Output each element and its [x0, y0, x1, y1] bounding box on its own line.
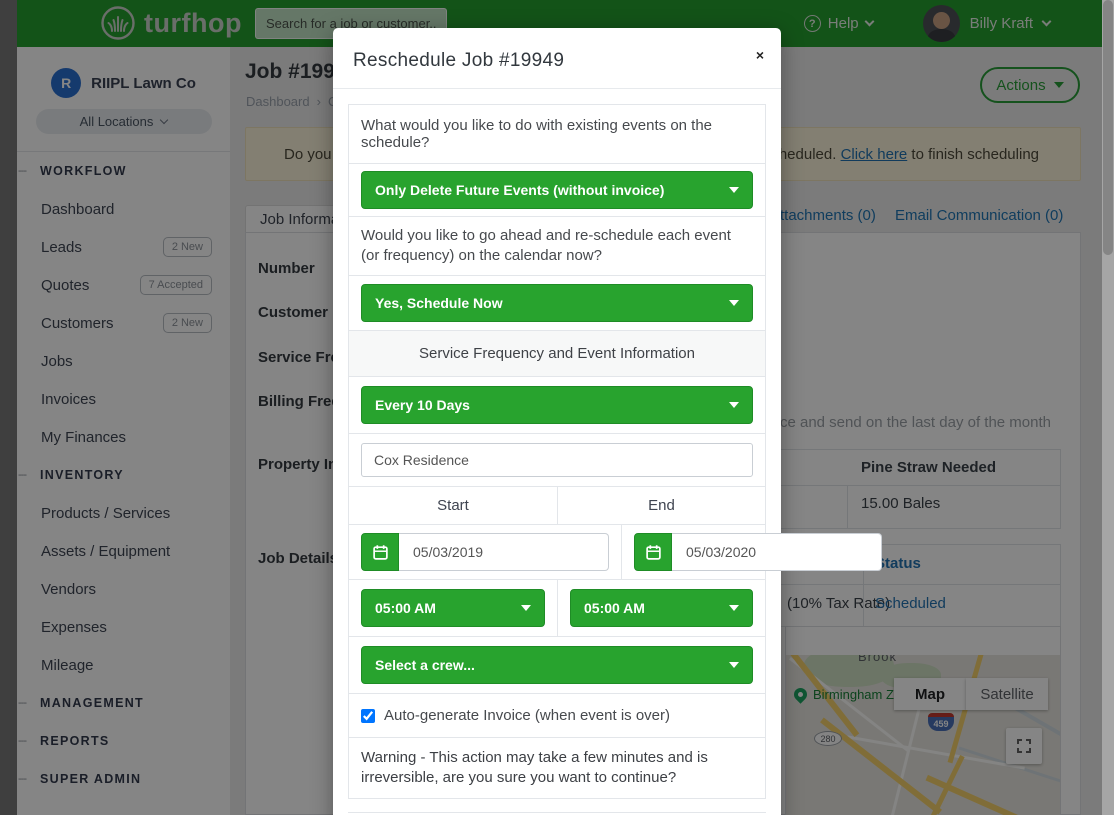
close-icon[interactable]: × [756, 48, 764, 62]
question-reschedule: Would you like to go ahead and re-schedu… [348, 216, 766, 276]
page-scrollbar [1102, 0, 1114, 815]
frequency-select[interactable]: Every 10 Days [361, 386, 753, 424]
auto-generate-invoice-checkbox[interactable] [361, 709, 375, 723]
caret-down-icon [729, 662, 739, 668]
scrollbar-thumb[interactable] [1103, 0, 1113, 255]
modal-body: What would you like to do with existing … [333, 89, 781, 815]
end-column-header: End [557, 487, 765, 524]
auto-generate-invoice-label: Auto-generate Invoice (when event is ove… [384, 707, 670, 724]
calendar-icon [372, 544, 389, 561]
start-date-input[interactable] [399, 533, 609, 571]
caret-down-icon [729, 300, 739, 306]
reschedule-job-modal: Reschedule Job #19949 × What would you l… [333, 28, 781, 815]
start-time-select[interactable]: 05:00 AM [361, 589, 545, 627]
page: turfhop ? Help Billy Kraft R RIIPL Lawn … [0, 0, 1114, 815]
start-column-header: Start [349, 487, 557, 524]
end-date-group [634, 533, 882, 571]
caret-down-icon [729, 402, 739, 408]
calendar-icon-button[interactable] [634, 533, 672, 571]
existing-events-select[interactable]: Only Delete Future Events (without invoi… [361, 171, 753, 209]
warning-text: Warning - This action may take a few min… [348, 737, 766, 799]
reschedule-now-select[interactable]: Yes, Schedule Now [361, 284, 753, 322]
calendar-icon-button[interactable] [361, 533, 399, 571]
modal-title: Reschedule Job #19949 [353, 50, 761, 72]
start-date-group [361, 533, 609, 571]
crew-select[interactable]: Select a crew... [361, 646, 753, 684]
section-header-frequency: Service Frequency and Event Information [348, 330, 766, 377]
question-existing-events: What would you like to do with existing … [348, 104, 766, 164]
caret-down-icon [521, 605, 531, 611]
event-name-input[interactable] [361, 443, 753, 477]
end-date-input[interactable] [672, 533, 882, 571]
caret-down-icon [729, 605, 739, 611]
end-time-select[interactable]: 05:00 AM [570, 589, 753, 627]
caret-down-icon [729, 187, 739, 193]
calendar-icon [645, 544, 662, 561]
modal-header: Reschedule Job #19949 × [333, 28, 781, 89]
